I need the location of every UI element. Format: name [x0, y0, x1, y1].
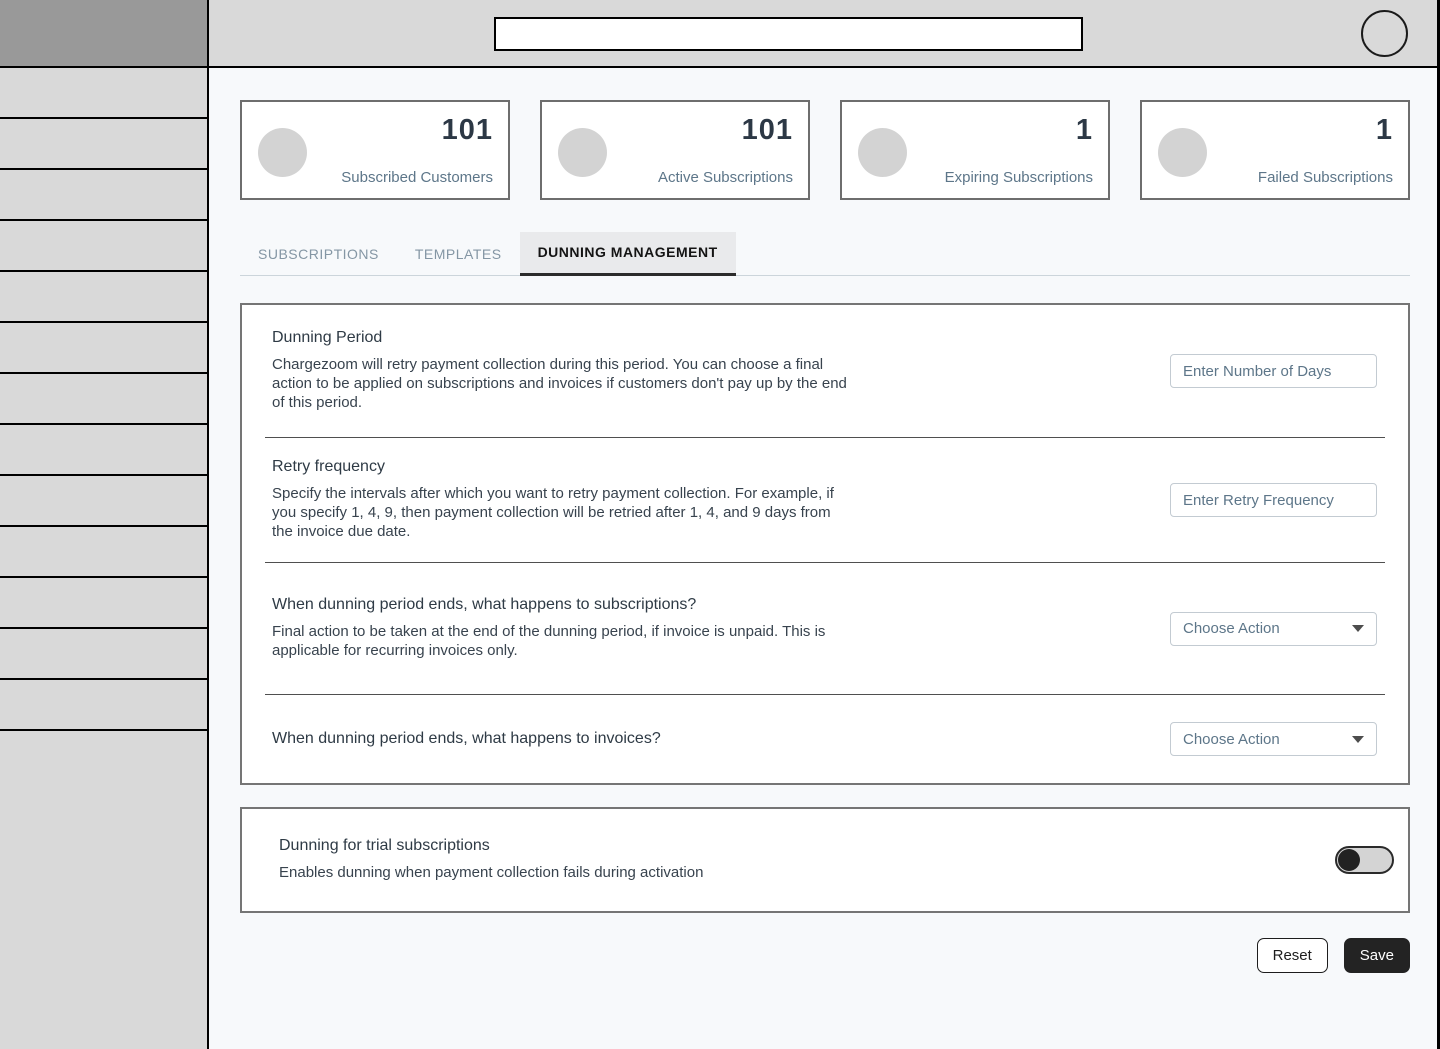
subscriptions-action-description: Final action to be taken at the end of t… [272, 623, 826, 659]
sidebar-item-7[interactable] [0, 374, 207, 425]
sidebar-item-10[interactable] [0, 527, 207, 578]
sidebar-item-5[interactable] [0, 272, 207, 323]
sidebar-filler [0, 731, 207, 1049]
invoices-action-select[interactable]: Choose Action [1170, 722, 1377, 756]
trial-dunning-description: Enables dunning when payment collection … [279, 864, 704, 882]
subscriptions-action-select[interactable]: Choose Action [1170, 611, 1377, 646]
stat-label: Active Subscriptions [657, 169, 793, 186]
sidebar-item-11[interactable] [0, 578, 207, 629]
trial-dunning-title: Dunning for trial subscriptions [279, 837, 490, 855]
dunning-period-title: Dunning Period [272, 329, 383, 347]
stat-label: Subscribed Customers [341, 169, 493, 186]
subscriptions-action-select-value: Choose Action [1183, 620, 1280, 637]
stat-icon-placeholder [1158, 128, 1207, 177]
stat-value: 101 [741, 114, 793, 146]
sidebar-item-9[interactable] [0, 476, 207, 527]
logo-placeholder [0, 0, 207, 68]
toggle-knob [1338, 849, 1360, 871]
invoices-action-title: When dunning period ends, what happens t… [272, 730, 661, 747]
dunning-period-days-input[interactable] [1170, 354, 1377, 388]
trial-dunning-toggle[interactable] [1335, 846, 1394, 874]
retry-frequency-input[interactable] [1170, 483, 1377, 517]
sidebar-item-4[interactable] [0, 221, 207, 272]
app-screen: 101 Subscribed Customers 101 Active Subs… [0, 0, 1440, 1049]
tab-templates[interactable]: TEMPLATES [397, 234, 520, 275]
tab-dunning-management[interactable]: DUNNING MANAGEMENT [519, 232, 736, 276]
section-dunning-period: Dunning Period Chargezoom will retry pay… [265, 305, 1385, 437]
trial-dunning-panel: Dunning for trial subscriptions Enables … [240, 807, 1410, 913]
sidebar-item-1[interactable] [0, 68, 207, 119]
stat-icon-placeholder [258, 128, 307, 177]
stat-card-active-subscriptions: 101 Active Subscriptions [540, 100, 810, 200]
search-input[interactable] [494, 17, 1083, 51]
stat-card-expiring-subscriptions: 1 Expiring Subscriptions [840, 100, 1110, 200]
section-subscriptions-final-action: When dunning period ends, what happens t… [265, 562, 1385, 694]
sidebar-item-8[interactable] [0, 425, 207, 476]
topbar [209, 0, 1437, 68]
sidebar [0, 0, 209, 1049]
stats-row: 101 Subscribed Customers 101 Active Subs… [240, 100, 1410, 200]
chevron-down-icon [1352, 625, 1364, 632]
dunning-settings-panel: Dunning Period Chargezoom will retry pay… [240, 303, 1410, 785]
dunning-period-description: Chargezoom will retry payment collection… [272, 356, 847, 411]
form-actions: Reset Save [240, 938, 1410, 973]
stat-icon-placeholder [858, 128, 907, 177]
stat-label: Failed Subscriptions [1257, 169, 1393, 186]
tabs: SUBSCRIPTIONS TEMPLATES DUNNING MANAGEME… [240, 232, 1410, 276]
stat-value: 1 [1375, 114, 1393, 146]
save-button[interactable]: Save [1343, 938, 1410, 973]
stat-card-failed-subscriptions: 1 Failed Subscriptions [1140, 100, 1410, 200]
section-retry-frequency: Retry frequency Specify the intervals af… [265, 437, 1385, 562]
sidebar-item-3[interactable] [0, 170, 207, 221]
sidebar-item-6[interactable] [0, 323, 207, 374]
invoices-action-select-value: Choose Action [1183, 730, 1280, 748]
reset-button[interactable]: Reset [1256, 938, 1328, 973]
stat-card-subscribed-customers: 101 Subscribed Customers [240, 100, 510, 200]
section-invoices-final-action: When dunning period ends, what happens t… [265, 694, 1385, 783]
retry-frequency-title: Retry frequency [272, 458, 385, 476]
avatar[interactable] [1361, 10, 1408, 57]
sidebar-item-2[interactable] [0, 119, 207, 170]
tab-subscriptions[interactable]: SUBSCRIPTIONS [240, 234, 397, 275]
main-content: 101 Subscribed Customers 101 Active Subs… [209, 68, 1434, 1049]
retry-frequency-description: Specify the intervals after which you wa… [272, 485, 834, 540]
stat-icon-placeholder [558, 128, 607, 177]
stat-value: 101 [441, 114, 493, 146]
sidebar-item-13[interactable] [0, 680, 207, 731]
stat-label: Expiring Subscriptions [944, 169, 1093, 186]
stat-value: 1 [1075, 114, 1093, 146]
sidebar-item-12[interactable] [0, 629, 207, 680]
subscriptions-action-title: When dunning period ends, what happens t… [272, 596, 697, 614]
chevron-down-icon [1352, 735, 1364, 743]
